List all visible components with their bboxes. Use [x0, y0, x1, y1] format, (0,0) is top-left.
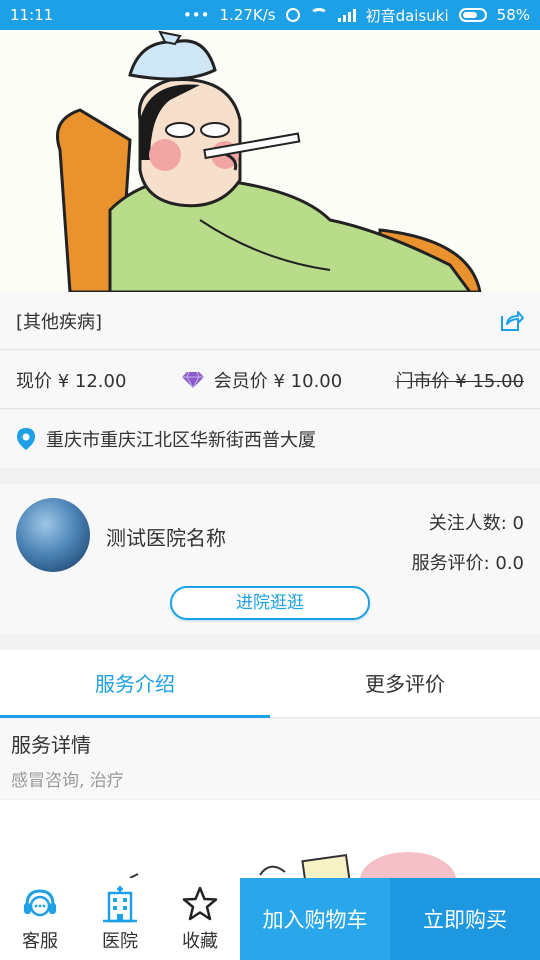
- store-price: 门市价 ¥ 15.00: [395, 370, 524, 392]
- service-rating: 服务评价: 0.0: [411, 553, 524, 574]
- current-price: 现价 ¥ 12.00: [16, 370, 127, 392]
- address-text: 重庆市重庆江北区华新街西普大厦: [46, 430, 316, 451]
- battery-icon: [458, 8, 487, 22]
- followers-count: 关注人数: 0: [428, 513, 524, 534]
- wifi-icon: [309, 8, 328, 22]
- diamond-icon: [181, 371, 204, 388]
- carrier-name: 初音daisuki: [365, 6, 449, 25]
- address-row[interactable]: 重庆市重庆江北区华新街西普大厦: [0, 410, 540, 468]
- tab-service-intro[interactable]: 服务介绍: [0, 650, 270, 718]
- headset-icon: [24, 889, 56, 917]
- hospital-nav-button[interactable]: 医院: [80, 878, 160, 960]
- favorite-label: 收藏: [182, 931, 218, 952]
- signal-icon: [337, 8, 356, 22]
- sick-man-illustration: [0, 30, 540, 292]
- hospital-avatar[interactable]: [16, 498, 90, 572]
- product-title: [其他疾病]: [16, 311, 103, 333]
- product-title-row: [其他疾病]: [0, 292, 540, 350]
- hospital-name: 测试医院名称: [106, 526, 226, 550]
- price-row: 现价 ¥ 12.00 会员价 ¥ 10.00 门市价 ¥ 15.00: [0, 351, 540, 409]
- hospital-stats: 关注人数: 0 服务评价: 0.0: [412, 504, 524, 584]
- alarm-icon: [285, 8, 300, 22]
- location-pin-icon: [17, 428, 35, 450]
- status-bar: 11:11 ••• 1.27K/s 初音daisuki 58%: [0, 0, 540, 30]
- network-speed: 1.27K/s: [219, 6, 276, 24]
- share-icon[interactable]: [498, 308, 524, 334]
- battery-level: 58%: [496, 6, 530, 24]
- hospital-nav-label: 医院: [102, 931, 138, 952]
- customer-service-label: 客服: [22, 931, 58, 952]
- tab-more-reviews[interactable]: 更多评价: [270, 650, 540, 717]
- service-detail-heading: 服务详情: [11, 733, 91, 757]
- detail-tabs: 服务介绍 更多评价: [0, 650, 540, 718]
- product-banner[interactable]: [0, 30, 540, 292]
- buy-now-button[interactable]: 立即购买: [390, 878, 540, 960]
- favorite-button[interactable]: 收藏: [160, 878, 240, 960]
- star-icon: [182, 886, 218, 921]
- add-to-cart-button[interactable]: 加入购物车: [240, 878, 390, 960]
- customer-service-button[interactable]: 客服: [0, 878, 80, 960]
- more-dots-icon: •••: [182, 6, 210, 24]
- bottom-nav: 客服 医院 收藏: [0, 878, 240, 960]
- hospital-icon: [103, 886, 137, 923]
- bottom-action-bar: 客服 医院 收藏 加入购物车 立即购买: [0, 878, 540, 960]
- member-price-group: 会员价 ¥ 10.00: [180, 367, 342, 393]
- status-time: 11:11: [10, 6, 54, 24]
- service-detail-text: 感冒咨询, 治疗: [11, 771, 124, 791]
- service-detail: 服务详情 感冒咨询, 治疗: [0, 719, 540, 799]
- hospital-card: 测试医院名称 关注人数: 0 服务评价: 0.0 进院逛逛: [0, 484, 540, 634]
- enter-hospital-button[interactable]: 进院逛逛: [170, 586, 370, 620]
- member-price: 会员价 ¥ 10.00: [213, 370, 343, 392]
